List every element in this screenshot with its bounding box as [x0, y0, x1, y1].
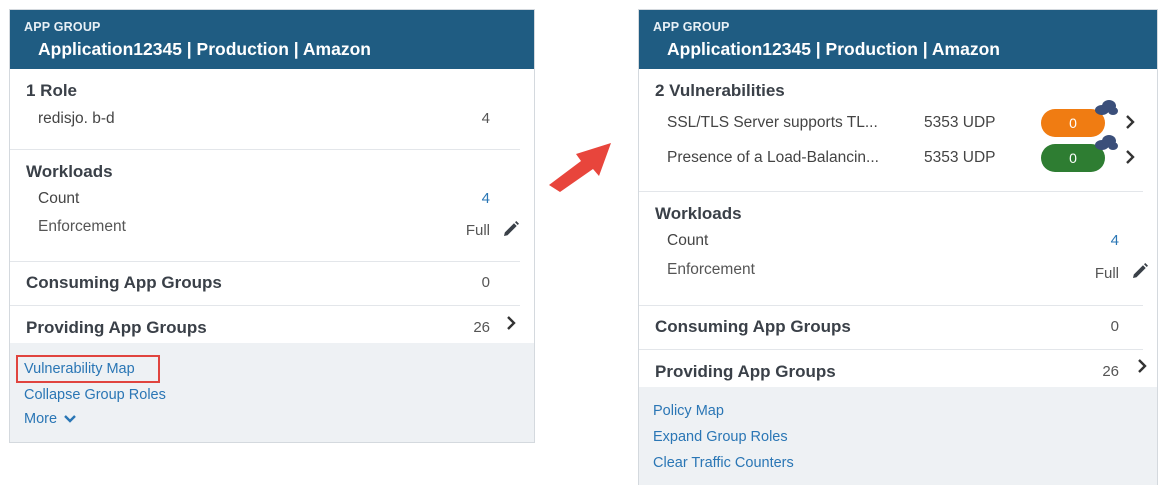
cloud-icon — [1095, 135, 1118, 150]
arrow-icon — [549, 143, 611, 192]
header-title: Application12345 | Production | Amazon — [667, 39, 1000, 59]
pencil-icon[interactable] — [1131, 262, 1149, 280]
providing-count: 26 — [473, 319, 490, 336]
providing-count: 26 — [1102, 363, 1119, 380]
providing-label: Providing App Groups — [26, 318, 207, 337]
enforcement-label: Enforcement — [38, 218, 126, 235]
chevron-right-icon[interactable] — [1135, 357, 1149, 375]
vulnerabilities-title: 2 Vulnerabilities — [655, 81, 785, 100]
pencil-icon[interactable] — [502, 220, 520, 238]
consuming-section[interactable]: Consuming App Groups 0 — [639, 306, 1143, 350]
more-label: More — [24, 411, 58, 427]
chevron-down-icon — [64, 415, 76, 423]
header-kicker: APP GROUP — [653, 20, 730, 34]
chevron-right-icon[interactable] — [1123, 148, 1137, 166]
role-count: 4 — [481, 110, 490, 127]
consuming-count: 0 — [481, 274, 490, 291]
panel-footer: Policy Map Expand Group Roles Clear Traf… — [639, 387, 1157, 485]
workloads-count-label: Count — [38, 190, 80, 207]
providing-section[interactable]: Providing App Groups 26 — [10, 306, 520, 346]
header-title: Application12345 | Production | Amazon — [38, 39, 371, 59]
consuming-section[interactable]: Consuming App Groups 0 — [10, 262, 520, 306]
vulnerability-name: SSL/TLS Server supports TL... — [667, 114, 878, 131]
vulnerability-port: 5353 UDP — [924, 114, 996, 131]
cloud-icon — [1095, 100, 1118, 115]
consuming-label: Consuming App Groups — [26, 273, 222, 292]
providing-label: Providing App Groups — [655, 362, 836, 381]
enforcement-value: Full — [465, 222, 490, 239]
panel-footer: Vulnerability Map Collapse Group Roles M… — [10, 343, 534, 442]
more-link[interactable]: More — [24, 411, 77, 427]
panel-header: APP GROUP Application12345 | Production … — [10, 10, 534, 69]
vulnerability-name: Presence of a Load-Balancin... — [667, 149, 879, 166]
chevron-right-icon[interactable] — [504, 314, 518, 332]
vulnerabilities-section: 2 Vulnerabilities SSL/TLS Server support… — [639, 69, 1143, 192]
app-group-panel-left: APP GROUP Application12345 | Production … — [9, 9, 535, 443]
roles-section: 1 Role redisjo. b-d 4 — [10, 69, 520, 150]
vulnerability-port: 5353 UDP — [924, 149, 996, 166]
workloads-count-value[interactable]: 4 — [482, 190, 490, 207]
header-kicker: APP GROUP — [24, 20, 101, 34]
enforcement-label: Enforcement — [667, 261, 755, 278]
policy-map-link[interactable]: Policy Map — [653, 403, 724, 419]
role-name[interactable]: redisjo. b-d — [38, 110, 115, 128]
app-group-panel-right: APP GROUP Application12345 | Production … — [638, 9, 1158, 485]
workloads-title: Workloads — [655, 204, 742, 223]
panel-header: APP GROUP Application12345 | Production … — [639, 10, 1157, 69]
clear-traffic-counters-link[interactable]: Clear Traffic Counters — [653, 455, 794, 471]
vulnerability-map-link[interactable]: Vulnerability Map — [24, 361, 135, 377]
workloads-count-label: Count — [667, 232, 709, 249]
expand-group-roles-link[interactable]: Expand Group Roles — [653, 429, 788, 445]
collapse-group-roles-link[interactable]: Collapse Group Roles — [24, 387, 166, 403]
workloads-title: Workloads — [26, 162, 113, 181]
workloads-count-value[interactable]: 4 — [1111, 232, 1119, 249]
enforcement-value: Full — [1094, 265, 1119, 282]
vulnerability-row[interactable]: SSL/TLS Server supports TL... 5353 UDP 0 — [639, 100, 1143, 141]
consuming-count: 0 — [1110, 318, 1119, 335]
providing-section[interactable]: Providing App Groups 26 — [639, 350, 1147, 390]
workloads-section: Workloads Count 4 Enforcement Full — [10, 150, 520, 262]
consuming-label: Consuming App Groups — [655, 317, 851, 336]
chevron-right-icon[interactable] — [1123, 113, 1137, 131]
vulnerability-row[interactable]: Presence of a Load-Balancin... 5353 UDP … — [639, 135, 1143, 177]
roles-title: 1 Role — [26, 81, 78, 100]
workloads-section: Workloads Count 4 Enforcement Full — [639, 192, 1148, 306]
